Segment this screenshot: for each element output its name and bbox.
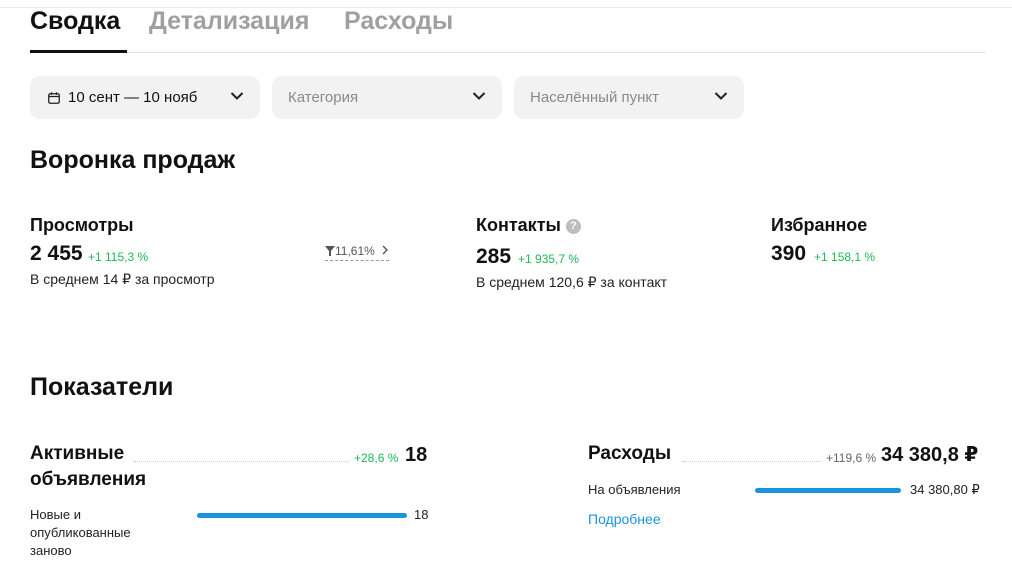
expenses-delta: +119,6 % [826,451,877,465]
dotted-leader [134,461,348,462]
expenses-bar [755,488,901,493]
tab-expenses[interactable]: Расходы [344,6,453,36]
chevron-down-icon [230,92,244,100]
tab-bar: Сводка Детализация Расходы [30,0,986,53]
conversion-value: 11,61% [335,244,375,258]
contacts-title-text: Контакты [476,215,561,235]
active-ads-title: Активные объявления [30,443,147,490]
funnel-title: Воронка продаж [30,146,236,174]
active-ads-delta: +28,6 % [354,451,399,465]
indicators-title: Показатели [30,373,174,401]
active-ads-value: 18 [405,444,428,466]
views-delta: +1 115,3 % [88,250,149,264]
favorites-delta: +1 158,1 % [814,250,876,264]
conversion-link[interactable]: 11,61% [325,244,390,261]
date-range-value: 10 сент — 10 нояб [68,89,198,106]
tab-details[interactable]: Детализация [149,6,309,36]
expenses-value: 34 380,8 ₽ [881,444,979,466]
chevron-down-icon [472,92,486,100]
favorites-value: 390 [771,242,807,265]
active-ads-row-value: 18 [414,507,429,522]
active-ads-row-label: Новые и опубликованные заново [30,507,131,558]
favorites-title: Избранное [771,215,868,235]
active-ads-bar [197,513,407,518]
contacts-average: В среднем 120,6 ₽ за контакт [476,274,668,290]
expenses-row-value: 34 380,80 ₽ [910,482,980,497]
category-placeholder: Категория [288,89,359,106]
views-title: Просмотры [30,215,134,235]
dotted-leader [683,461,821,462]
date-range-filter[interactable]: 10 сент — 10 нояб [30,76,260,119]
views-average: В среднем 14 ₽ за просмотр [30,271,215,287]
tab-active-indicator [30,50,127,53]
contacts-delta: +1 935,7 % [518,252,580,266]
category-filter[interactable]: Категория [272,76,502,119]
contacts-value: 285 [476,245,512,268]
filter-icon [325,246,335,256]
chevron-right-icon [382,245,389,255]
contacts-title: Контакты ? [476,215,581,236]
location-placeholder: Населённый пункт [530,89,660,106]
expenses-title: Расходы [588,443,672,464]
help-icon[interactable]: ? [565,218,581,234]
calendar-icon [48,92,60,104]
more-details-link[interactable]: Подробнее [588,511,661,527]
expenses-row-label: На объявления [588,482,681,497]
location-filter[interactable]: Населённый пункт [514,76,744,119]
views-value: 2 455 [30,242,83,265]
tab-summary[interactable]: Сводка [30,6,120,36]
chevron-down-icon [714,92,728,100]
